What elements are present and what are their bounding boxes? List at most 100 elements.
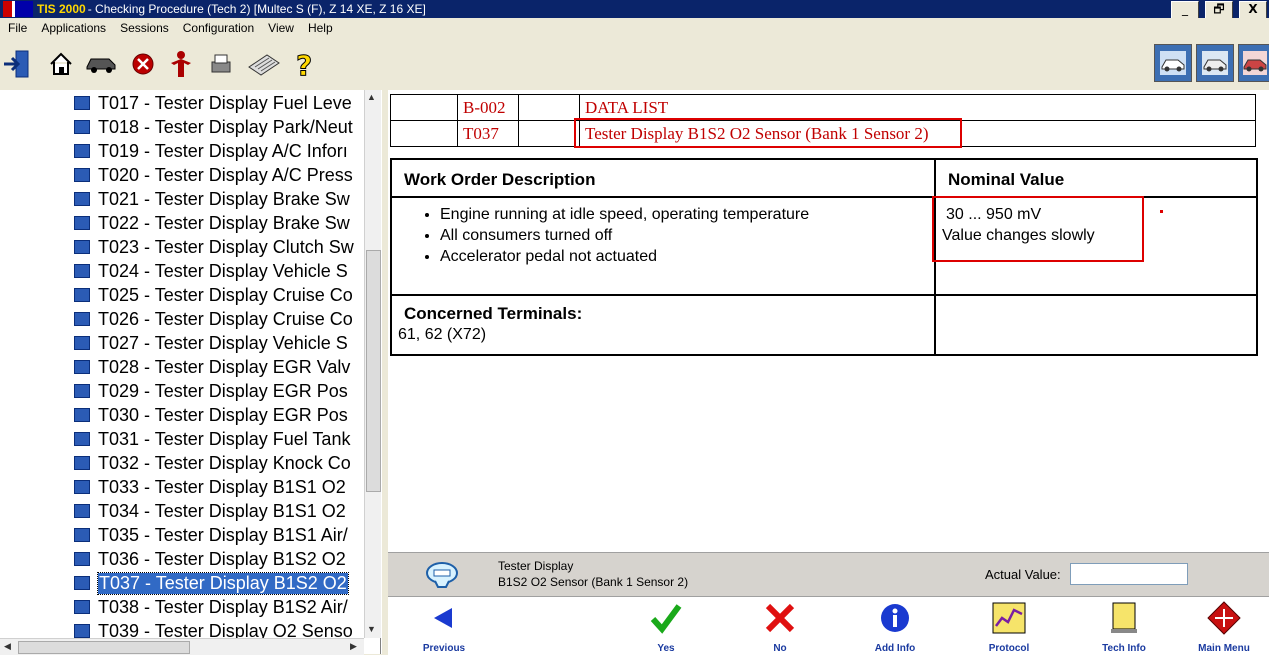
procedure-tree: T017 - Tester Display Fuel Leve T018 - T… — [0, 90, 381, 654]
minimize-button[interactable]: _ — [1171, 1, 1199, 19]
info-line-2: B1S2 O2 Sensor (Bank 1 Sensor 2) — [498, 575, 689, 589]
svg-text:?: ? — [296, 49, 312, 79]
tree-horizontal-scrollbar[interactable]: ◀ ▶ — [0, 638, 364, 655]
actual-value-field[interactable] — [1070, 563, 1188, 585]
tech2-display-icon — [424, 561, 460, 594]
tree-item[interactable]: T027 - Tester Display Vehicle S — [74, 331, 348, 355]
horizontal-scroll-thumb[interactable] — [18, 641, 190, 654]
document-icon — [74, 480, 90, 494]
tree-item[interactable]: T026 - Tester Display Cruise Co — [74, 307, 353, 331]
document-icon — [74, 144, 90, 158]
menu-configuration[interactable]: Configuration — [183, 21, 254, 35]
actual-value-label: Actual Value: — [985, 567, 1061, 582]
person-icon[interactable] — [166, 50, 196, 78]
work-order-bullets: Engine running at idle speed, operating … — [400, 204, 809, 267]
scroll-right-arrow-icon[interactable]: ▶ — [350, 641, 357, 652]
tree-vertical-scrollbar[interactable]: ▲ ▼ — [364, 90, 381, 638]
menu-help[interactable]: Help — [308, 21, 333, 35]
tree-item[interactable]: T025 - Tester Display Cruise Co — [74, 283, 353, 307]
protocol-button[interactable]: Protocol — [969, 597, 1049, 655]
main-menu-diamond-icon — [1207, 601, 1241, 635]
tree-item[interactable]: T020 - Tester Display A/C Press — [74, 163, 353, 187]
restore-button[interactable]: 🗗 — [1205, 1, 1233, 19]
menu-sessions[interactable]: Sessions — [120, 21, 169, 35]
scroll-down-arrow-icon[interactable]: ▼ — [367, 624, 376, 634]
title-bar: TIS 2000 - Checking Procedure (Tech 2) [… — [0, 0, 1269, 19]
tree-item[interactable]: T017 - Tester Display Fuel Leve — [74, 91, 352, 115]
exit-icon[interactable] — [2, 50, 32, 78]
add-info-button[interactable]: Add Info — [855, 597, 935, 655]
tree-item[interactable]: T018 - Tester Display Park/Neut — [74, 115, 353, 139]
header-code-2: T037 — [457, 120, 519, 147]
yes-button[interactable]: Yes — [626, 597, 706, 655]
tech-info-button[interactable]: Tech Info — [1084, 597, 1164, 655]
tree-item[interactable]: T034 - Tester Display B1S1 O2 — [74, 499, 346, 523]
menu-applications[interactable]: Applications — [41, 21, 106, 35]
tree-item[interactable]: T024 - Tester Display Vehicle S — [74, 259, 348, 283]
tree-item[interactable]: T035 - Tester Display B1S1 Air/ — [74, 523, 348, 547]
red-dot — [1160, 210, 1163, 213]
main-menu-button[interactable]: Main Menu — [1184, 597, 1264, 655]
tree-item[interactable]: T019 - Tester Display A/C Inforı — [74, 139, 348, 163]
close-button[interactable]: X — [1239, 1, 1267, 19]
document-icon — [74, 288, 90, 302]
tree-item[interactable]: T021 - Tester Display Brake Sw — [74, 187, 350, 211]
scroll-up-arrow-icon[interactable]: ▲ — [367, 92, 376, 102]
tech-info-document-icon — [1110, 601, 1138, 635]
tree-item[interactable]: T029 - Tester Display EGR Pos — [74, 379, 348, 403]
document-icon — [74, 384, 90, 398]
document-icon — [74, 240, 90, 254]
vehicle-service-icon[interactable] — [1238, 44, 1269, 82]
vehicle-diagnostics-icon[interactable] — [1154, 44, 1192, 82]
tree-item[interactable]: T022 - Tester Display Brake Sw — [74, 211, 350, 235]
tree-item[interactable]: T030 - Tester Display EGR Pos — [74, 403, 348, 427]
highlight-box-title — [574, 118, 962, 148]
home-icon[interactable] — [46, 50, 76, 78]
header-code-1: B-002 — [457, 94, 519, 121]
scroll-left-arrow-icon[interactable]: ◀ — [4, 641, 11, 652]
tree-item[interactable]: T033 - Tester Display B1S1 O2 — [74, 475, 346, 499]
document-icon — [74, 600, 90, 614]
protocol-chart-icon — [992, 601, 1026, 635]
list-item: Accelerator pedal not actuated — [440, 246, 809, 267]
vehicle-icon[interactable] — [84, 50, 120, 78]
document-icon — [74, 504, 90, 518]
document-icon — [74, 432, 90, 446]
document-icon — [74, 528, 90, 542]
terminals-value: 61, 62 (X72) — [398, 326, 487, 343]
tree-item[interactable]: T038 - Tester Display B1S2 Air/ — [74, 595, 348, 619]
list-item: Engine running at idle speed, operating … — [440, 204, 809, 225]
previous-button[interactable]: Previous — [404, 597, 484, 655]
tree-item[interactable]: T023 - Tester Display Clutch Sw — [74, 235, 354, 259]
menu-view[interactable]: View — [268, 21, 294, 35]
tree-item-selected[interactable]: T037 - Tester Display B1S2 O2 — [74, 571, 349, 595]
document-icon — [74, 336, 90, 350]
keyboard-icon[interactable] — [246, 50, 282, 78]
info-line-1: Tester Display — [498, 559, 574, 573]
document-icon — [74, 216, 90, 230]
document-icon — [74, 552, 90, 566]
scroll-thumb[interactable] — [366, 250, 381, 492]
no-button[interactable]: No — [740, 597, 820, 655]
vehicle-selection-icon[interactable] — [1196, 44, 1234, 82]
info-icon — [879, 601, 911, 635]
tree-item[interactable]: T036 - Tester Display B1S2 O2 — [74, 547, 346, 571]
tree-item[interactable]: T031 - Tester Display Fuel Tank — [74, 427, 350, 451]
help-icon[interactable]: ? — [290, 49, 320, 79]
info-bar: Tester Display B1S2 O2 Sensor (Bank 1 Se… — [388, 552, 1269, 597]
print-icon[interactable] — [206, 50, 236, 78]
navigation-bar: Previous Yes No Add Info Protocol Tech I… — [388, 596, 1269, 655]
stop-icon[interactable] — [128, 50, 158, 78]
document-icon — [74, 360, 90, 374]
tree-item[interactable]: T028 - Tester Display EGR Valv — [74, 355, 350, 379]
list-item: All consumers turned off — [440, 225, 809, 246]
tree-item[interactable]: T032 - Tester Display Knock Co — [74, 451, 351, 475]
nominal-value-heading: Nominal Value — [948, 170, 1065, 189]
menu-file[interactable]: File — [8, 21, 27, 35]
document-icon — [74, 624, 90, 638]
cross-icon — [764, 601, 796, 635]
menu-bar: File Applications Sessions Configuration… — [0, 18, 1269, 38]
work-order-heading: Work Order Description — [404, 170, 596, 189]
document-icon — [74, 576, 90, 590]
procedure-content: B-002 DATA LIST T037 Tester Display B1S2… — [388, 90, 1269, 552]
